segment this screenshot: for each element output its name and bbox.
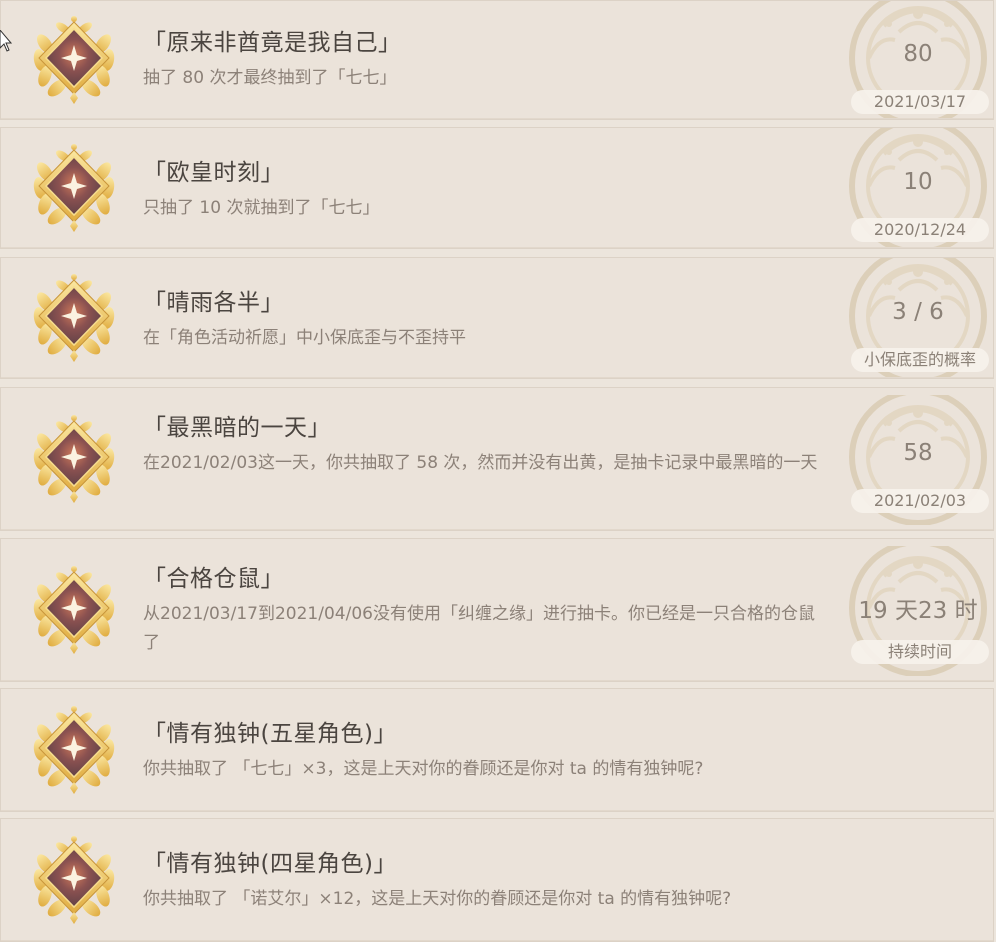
achievement-medal-icon [31, 834, 117, 924]
achievement-stat-badge: 80 2021/03/17 [839, 1, 993, 119]
badge-value: 58 [903, 440, 933, 466]
badge-value: 80 [903, 41, 933, 67]
achievement-stat-badge: 10 2020/12/24 [839, 128, 993, 248]
achievement-title: 「最黑暗的一天」 [143, 415, 331, 441]
badge-caption: 2021/02/03 [851, 489, 989, 513]
achievement-description: 在「角色活动祈愿」中小保底歪与不歪持平 [143, 328, 466, 348]
achievement-medal-icon [31, 564, 117, 654]
badge-value: 19 天23 时 [858, 598, 978, 624]
achievement-stat-badge: 3 / 6 小保底歪的概率 [839, 258, 993, 378]
achievement-title: 「合格仓鼠」 [143, 566, 284, 592]
achievement-medal-icon [31, 413, 117, 503]
achievement-title: 「情有独钟(五星角色)」 [143, 721, 397, 747]
achievement-description: 只抽了 10 次就抽到了「七七」 [143, 198, 380, 218]
achievement-card: 「最黑暗的一天」在2021/02/03这一天，你共抽取了 58 次，然而并没有出… [0, 387, 994, 531]
achievement-title: 「晴雨各半」 [143, 290, 284, 316]
achievement-card: 「情有独钟(五星角色)」你共抽取了 「七七」×3，这是上天对你的眷顾还是你对 t… [0, 688, 994, 812]
achievement-card: 「欧皇时刻」只抽了 10 次就抽到了「七七」 10 2020/12/24 [0, 127, 994, 249]
achievement-description: 在2021/02/03这一天，你共抽取了 58 次，然而并没有出黄，是抽卡记录中… [143, 453, 818, 473]
achievement-stat-badge: 58 2021/02/03 [839, 395, 993, 525]
achievement-medal-icon [31, 704, 117, 794]
achievement-medal-icon [31, 142, 117, 232]
achievement-title: 「原来非酋竟是我自己」 [143, 30, 402, 56]
achievement-title: 「欧皇时刻」 [143, 160, 284, 186]
achievement-medal-icon [31, 272, 117, 362]
badge-caption: 小保底歪的概率 [851, 348, 989, 372]
badge-caption: 持续时间 [851, 640, 989, 664]
achievement-title: 「情有独钟(四星角色)」 [143, 851, 397, 877]
badge-caption: 2020/12/24 [851, 218, 989, 242]
achievement-description: 从2021/03/17到2021/04/06没有使用「纠缠之缘」进行抽卡。你已经… [143, 604, 815, 653]
badge-value: 3 / 6 [892, 299, 944, 325]
achievement-card: 「原来非酋竟是我自己」抽了 80 次才最终抽到了「七七」 80 2021/03/1… [0, 0, 994, 120]
achievement-description: 你共抽取了 「七七」×3，这是上天对你的眷顾还是你对 ta 的情有独钟呢? [143, 759, 704, 779]
achievement-stat-badge: 19 天23 时持续时间 [839, 546, 993, 676]
achievement-medal-icon [31, 14, 117, 104]
badge-caption: 2021/03/17 [851, 90, 989, 114]
achievement-description: 你共抽取了 「诺艾尔」×12，这是上天对你的眷顾还是你对 ta 的情有独钟呢? [143, 889, 732, 909]
achievement-card: 「合格仓鼠」从2021/03/17到2021/04/06没有使用「纠缠之缘」进行… [0, 538, 994, 682]
achievement-card: 「晴雨各半」在「角色活动祈愿」中小保底歪与不歪持平 3 / 6 小保底歪的概率 [0, 257, 994, 379]
achievement-card: 「情有独钟(四星角色)」你共抽取了 「诺艾尔」×12，这是上天对你的眷顾还是你对… [0, 818, 994, 942]
mouse-cursor-icon [0, 30, 12, 52]
badge-value: 10 [903, 169, 933, 195]
achievement-description: 抽了 80 次才最终抽到了「七七」 [143, 68, 397, 88]
